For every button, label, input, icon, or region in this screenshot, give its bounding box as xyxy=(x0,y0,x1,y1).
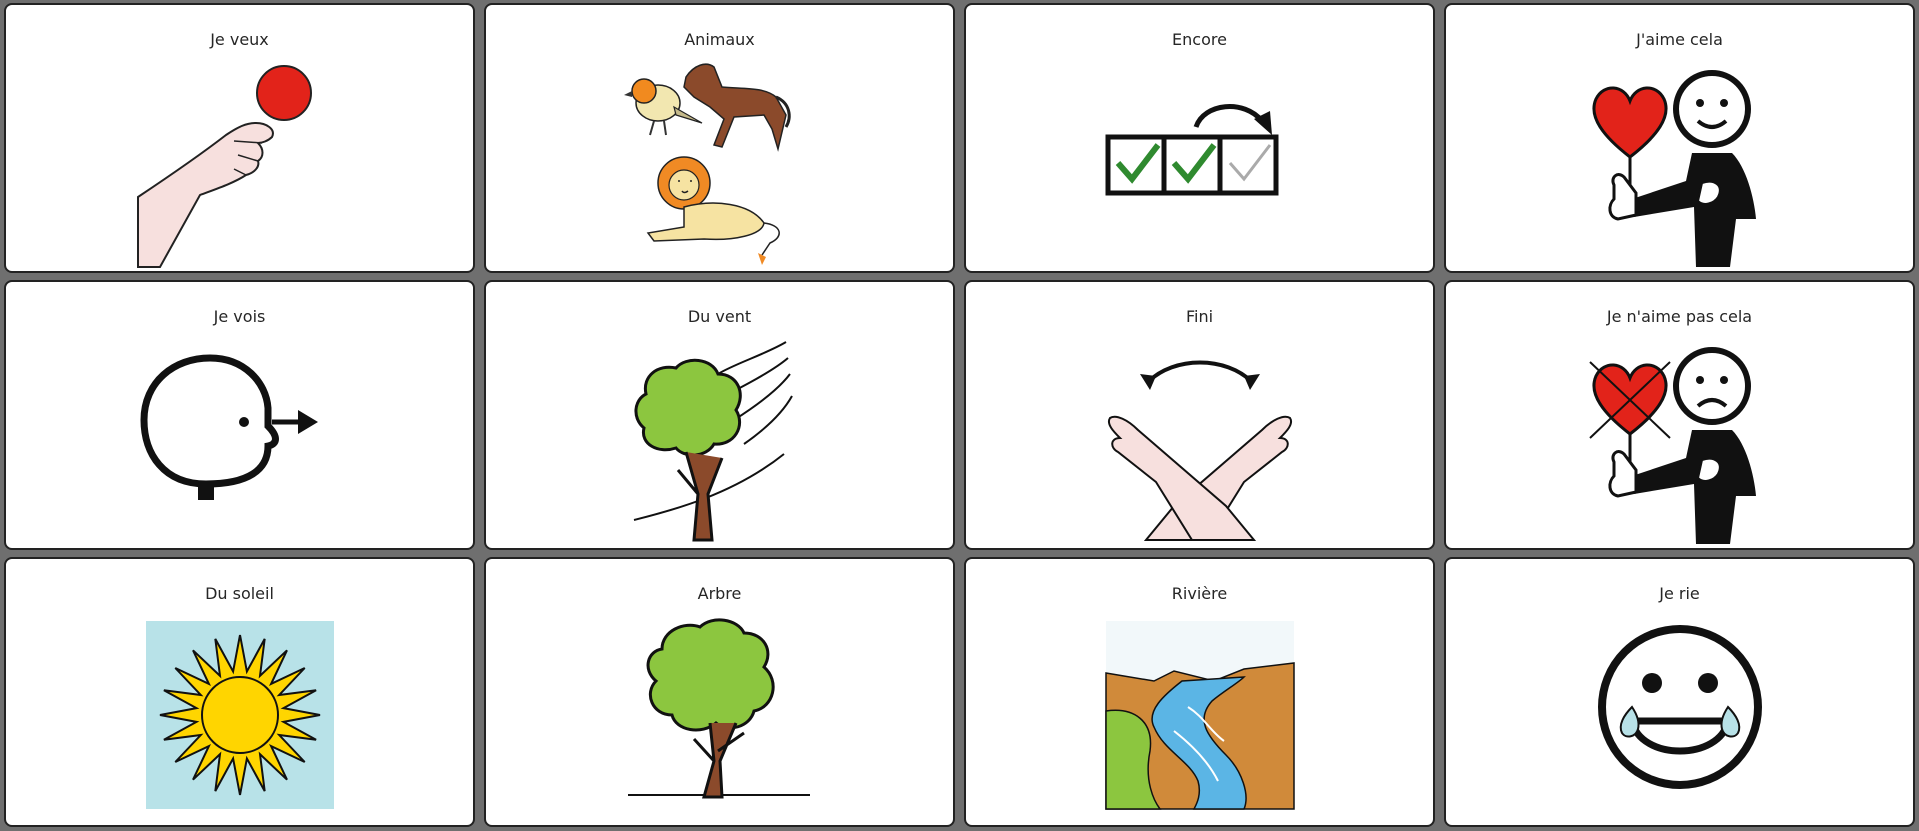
tile-je-n-aime-pas-cela[interactable]: Je n'aime pas cela xyxy=(1444,280,1915,550)
tree-icon xyxy=(627,618,810,799)
like-icon xyxy=(1592,70,1756,267)
dislike-icon xyxy=(1588,347,1756,544)
tile-fini[interactable]: Fini xyxy=(964,280,1435,550)
more-icon xyxy=(1105,104,1278,196)
tile-riviere[interactable]: Rivière xyxy=(964,557,1435,827)
communication-board: Je veux Animaux Encore J'aime cela Je vo… xyxy=(0,0,1919,831)
tile-du-vent[interactable]: Du vent xyxy=(484,280,955,550)
tile-du-soleil[interactable]: Du soleil xyxy=(4,557,475,827)
tile-label: Je veux xyxy=(210,30,269,49)
wind-icon xyxy=(633,341,793,542)
sun-icon xyxy=(145,621,334,809)
tile-label: Du soleil xyxy=(205,584,274,603)
tile-label: Fini xyxy=(1185,307,1214,326)
laugh-icon xyxy=(1597,625,1762,789)
tile-je-rie[interactable]: Je rie xyxy=(1444,557,1915,827)
finished-icon xyxy=(1107,360,1292,541)
tile-encore[interactable]: Encore xyxy=(964,3,1435,273)
tile-label: Arbre xyxy=(697,584,742,603)
tile-je-veux[interactable]: Je veux xyxy=(4,3,475,273)
tile-label: Je rie xyxy=(1659,584,1700,603)
tile-je-vois[interactable]: Je vois xyxy=(4,280,475,550)
see-icon xyxy=(139,354,318,500)
animals-icon xyxy=(623,63,791,265)
tile-label: Je n'aime pas cela xyxy=(1606,307,1753,326)
river-icon xyxy=(1104,621,1295,810)
tile-label: Du vent xyxy=(687,307,752,326)
tile-animaux[interactable]: Animaux xyxy=(484,3,955,273)
tile-label: Encore xyxy=(1172,30,1227,49)
want-icon xyxy=(136,65,312,268)
tile-j-aime-cela[interactable]: J'aime cela xyxy=(1444,3,1915,273)
tile-label: Je vois xyxy=(213,307,266,326)
tile-label: Rivière xyxy=(1171,584,1228,603)
tile-label: Animaux xyxy=(684,30,755,49)
tile-arbre[interactable]: Arbre xyxy=(484,557,955,827)
tile-label: J'aime cela xyxy=(1636,30,1723,49)
